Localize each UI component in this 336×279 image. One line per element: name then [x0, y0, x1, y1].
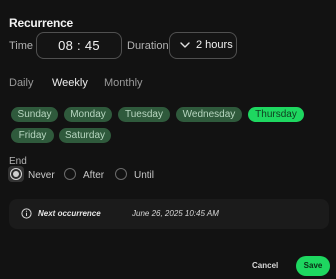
day-chip-thursday[interactable]: Thursday: [248, 107, 304, 122]
next-occurrence-value: June 26, 2025 10:45 AM: [132, 209, 219, 218]
duration-value: 2 hours: [196, 39, 233, 51]
time-input[interactable]: 08 : 45: [36, 32, 122, 59]
duration-select[interactable]: 2 hours: [169, 32, 237, 59]
day-chip-saturday[interactable]: Saturday: [59, 128, 111, 143]
time-label: Time: [9, 40, 34, 52]
end-after-radio[interactable]: [64, 168, 76, 180]
day-chip-monday[interactable]: Monday: [64, 107, 112, 122]
chevron-down-icon: [180, 42, 190, 48]
day-chip-tuesday[interactable]: Tuesday: [118, 107, 170, 122]
day-chip-friday[interactable]: Friday: [11, 128, 54, 143]
save-button[interactable]: Save: [296, 256, 330, 276]
end-until-radio[interactable]: [115, 168, 127, 180]
day-chip-wednesday[interactable]: Wednesday: [176, 107, 242, 122]
dialog-title: Recurrence: [9, 16, 74, 30]
next-occurrence-label: Next occurrence: [38, 209, 101, 218]
tab-monthly[interactable]: Monthly: [104, 77, 143, 89]
info-icon: [21, 208, 32, 219]
end-never-radio[interactable]: [10, 168, 22, 180]
duration-label: Duration: [127, 40, 169, 52]
end-after-label: After: [83, 170, 105, 181]
tab-daily[interactable]: Daily: [9, 77, 33, 89]
day-chip-sunday[interactable]: Sunday: [11, 107, 58, 122]
cancel-button[interactable]: Cancel: [252, 259, 278, 273]
tab-weekly[interactable]: Weekly: [52, 77, 88, 89]
end-never-label: Never: [28, 170, 55, 181]
end-until-label: Until: [134, 170, 155, 181]
